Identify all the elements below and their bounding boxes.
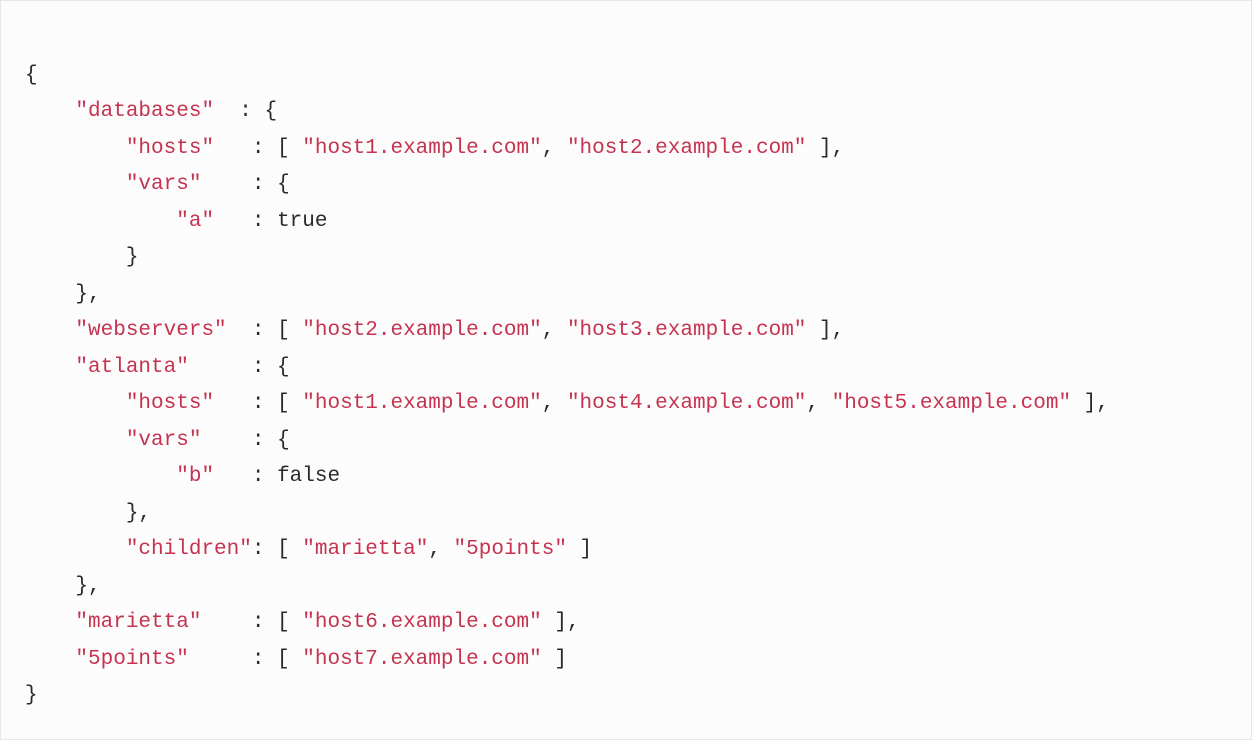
json-string: "host1.example.com" bbox=[302, 392, 541, 415]
code-line: }, bbox=[25, 575, 101, 598]
code-line: }, bbox=[25, 502, 151, 525]
code-line: "children": [ "marietta", "5points" ] bbox=[25, 538, 592, 561]
json-string: "host7.example.com" bbox=[302, 648, 541, 671]
code-line: "vars" : { bbox=[25, 173, 290, 196]
json-key: "vars" bbox=[126, 429, 202, 452]
code-line: "5points" : [ "host7.example.com" ] bbox=[25, 648, 567, 671]
json-string: "host1.example.com" bbox=[302, 137, 541, 160]
code-line: { bbox=[25, 64, 38, 87]
json-key: "marietta" bbox=[75, 611, 201, 634]
json-string: "5points" bbox=[454, 538, 567, 561]
json-key: "hosts" bbox=[126, 137, 214, 160]
json-key: "vars" bbox=[126, 173, 202, 196]
code-line: } bbox=[25, 684, 38, 707]
code-line: } bbox=[25, 246, 138, 269]
json-key: "hosts" bbox=[126, 392, 214, 415]
code-line: "marietta" : [ "host6.example.com" ], bbox=[25, 611, 580, 634]
code-line: "webservers" : [ "host2.example.com", "h… bbox=[25, 319, 844, 342]
code-line: "atlanta" : { bbox=[25, 356, 290, 379]
code-line: "databases" : { bbox=[25, 100, 277, 123]
json-key: "5points" bbox=[75, 648, 188, 671]
json-key: "webservers" bbox=[75, 319, 226, 342]
code-line: }, bbox=[25, 283, 101, 306]
json-key: "children" bbox=[126, 538, 252, 561]
code-line: "hosts" : [ "host1.example.com", "host2.… bbox=[25, 137, 844, 160]
json-string: "host4.example.com" bbox=[567, 392, 806, 415]
json-literal: true bbox=[277, 210, 327, 233]
json-code-block: { "databases" : { "hosts" : [ "host1.exa… bbox=[0, 0, 1252, 740]
json-key: "b" bbox=[176, 465, 214, 488]
json-string: "host2.example.com" bbox=[567, 137, 806, 160]
code-line: "b" : false bbox=[25, 465, 340, 488]
json-string: "host2.example.com" bbox=[302, 319, 541, 342]
code-line: "vars" : { bbox=[25, 429, 290, 452]
json-string: "host6.example.com" bbox=[302, 611, 541, 634]
code-line: "a" : true bbox=[25, 210, 327, 233]
json-key: "atlanta" bbox=[75, 356, 188, 379]
code-line: "hosts" : [ "host1.example.com", "host4.… bbox=[25, 392, 1109, 415]
json-key: "a" bbox=[176, 210, 214, 233]
json-string: "marietta" bbox=[302, 538, 428, 561]
json-key: "databases" bbox=[75, 100, 214, 123]
json-string: "host3.example.com" bbox=[567, 319, 806, 342]
json-literal: false bbox=[277, 465, 340, 488]
json-string: "host5.example.com" bbox=[832, 392, 1071, 415]
